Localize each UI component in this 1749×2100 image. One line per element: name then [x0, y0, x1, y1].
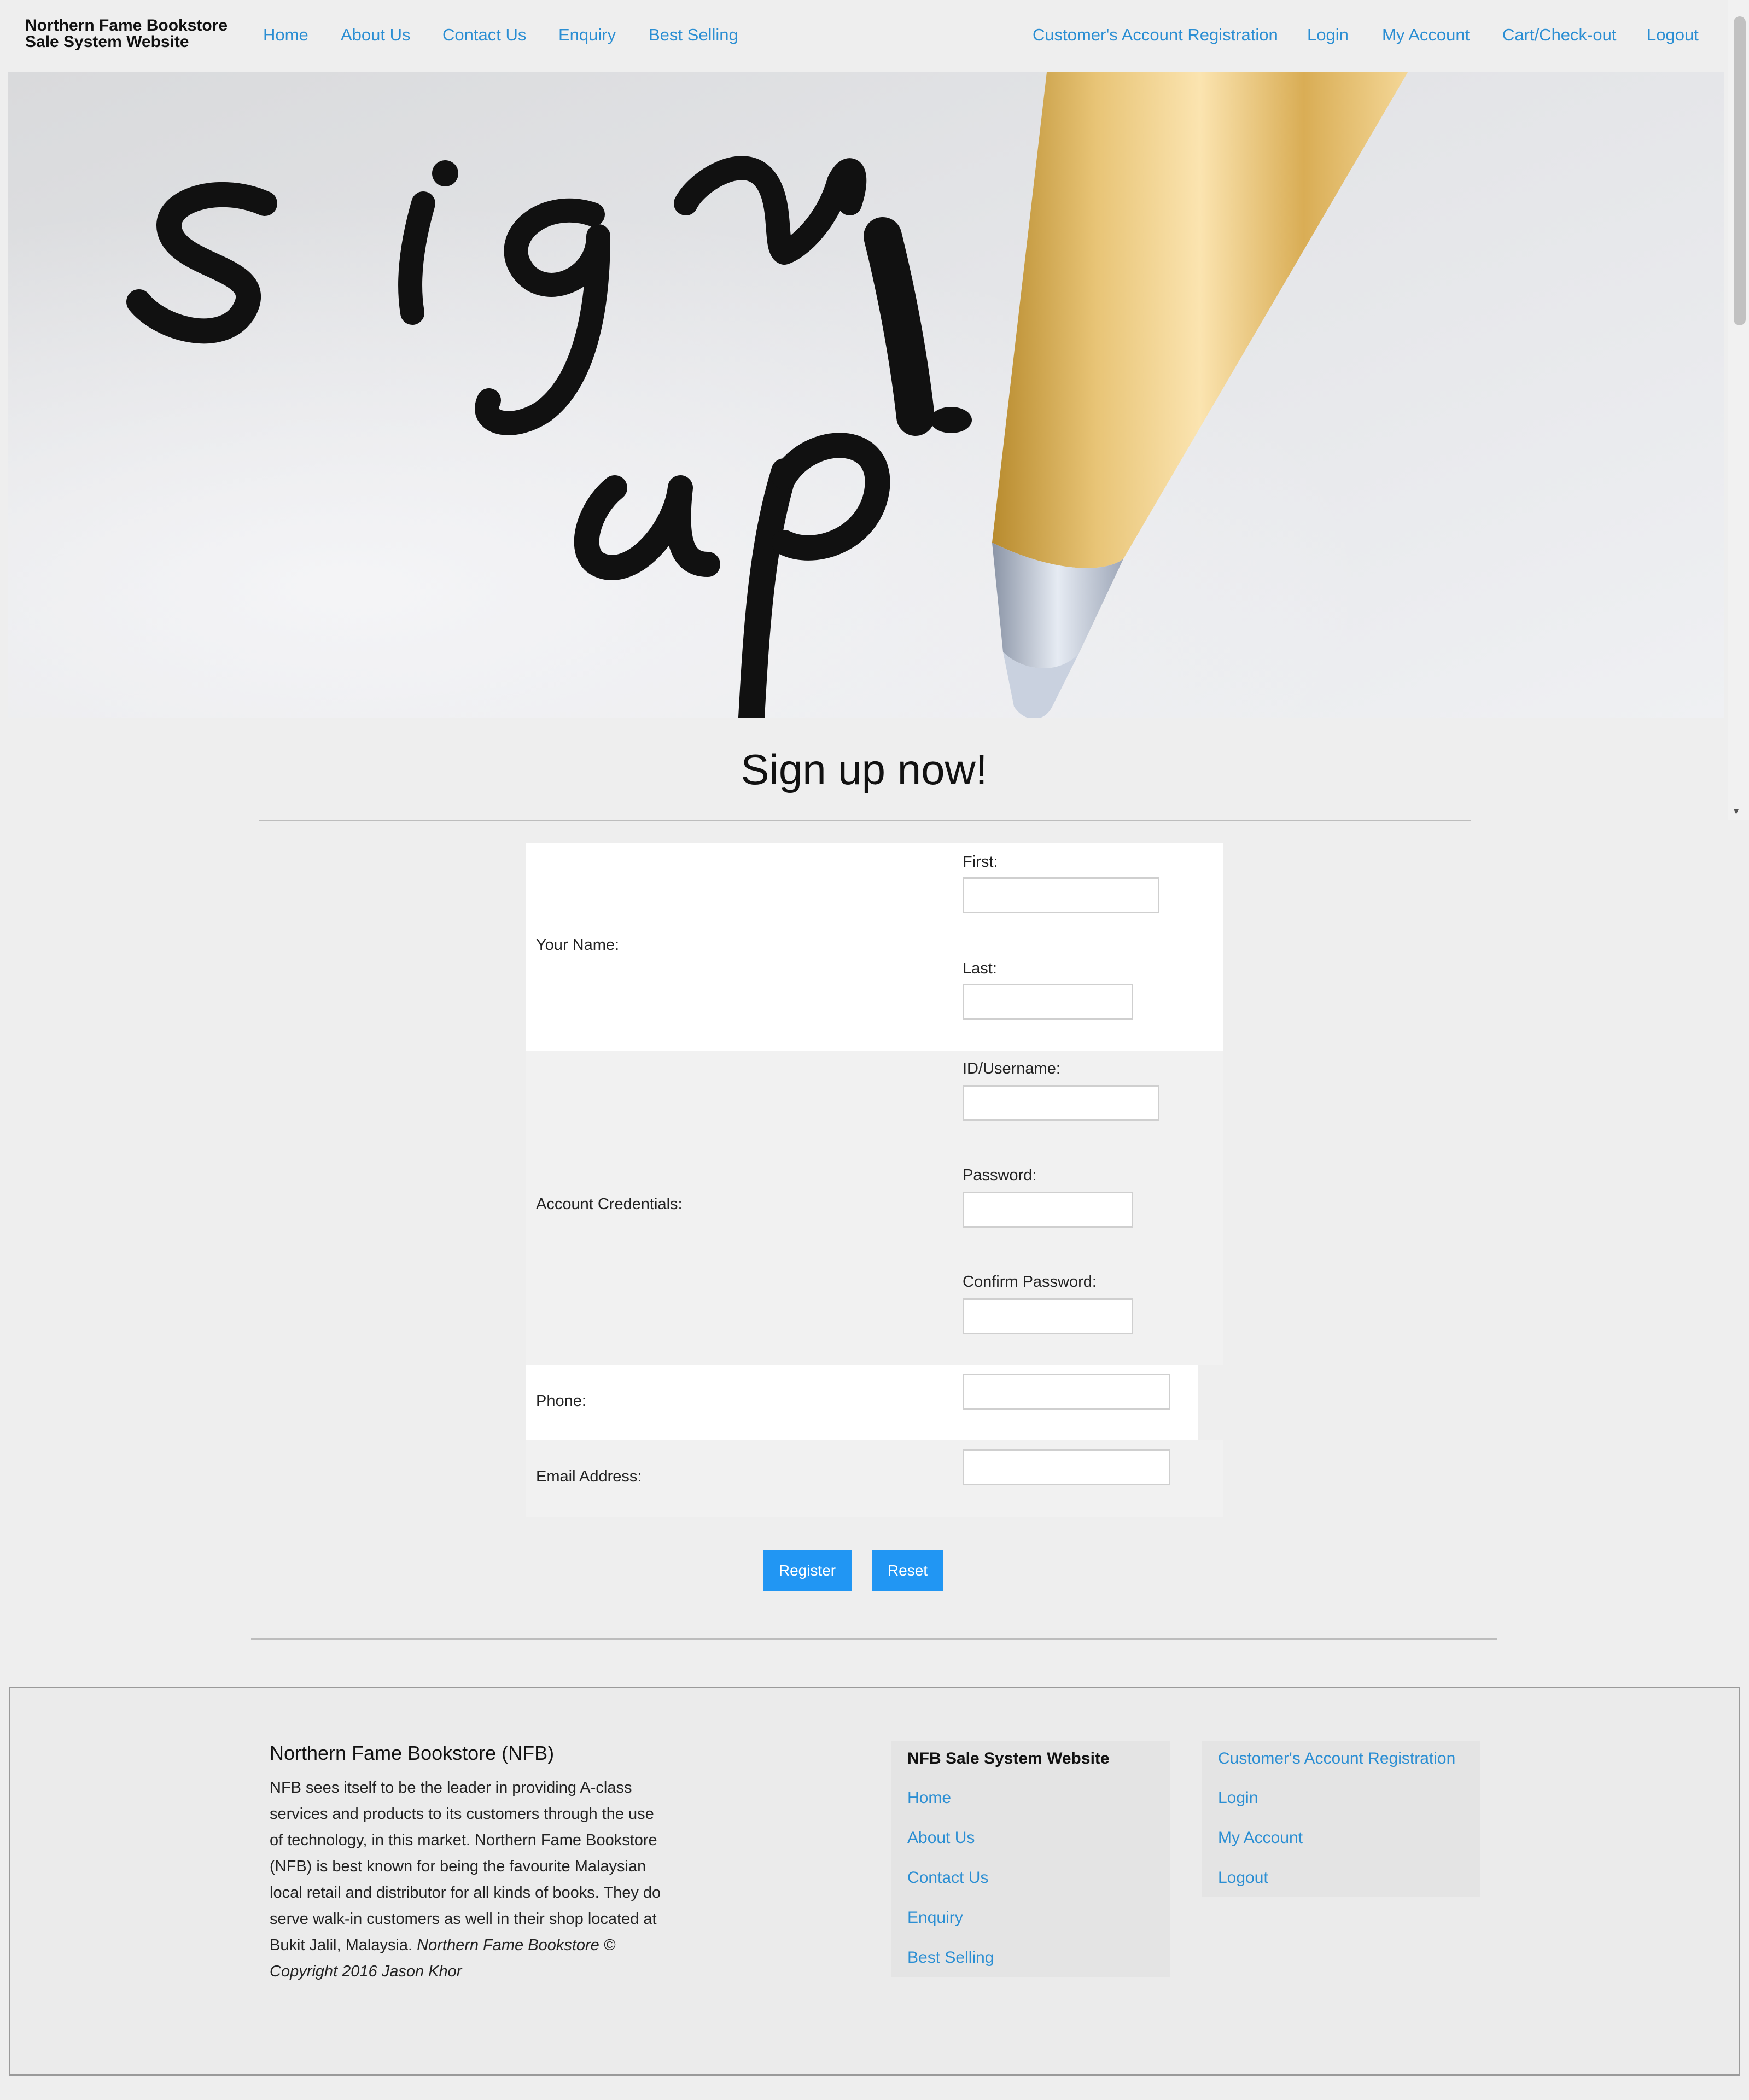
nav-about-link[interactable]: About Us	[341, 25, 411, 45]
password-input[interactable]	[963, 1192, 1133, 1228]
nav-contact-link[interactable]: Contact Us	[442, 25, 526, 45]
last-name-input[interactable]	[963, 984, 1133, 1020]
footer-home-link[interactable]: Home	[907, 1789, 951, 1807]
top-navbar: Northern Fame Bookstore Sale System Webs…	[0, 0, 1728, 72]
form-divider	[251, 1638, 1497, 1640]
sign-up-pen-illustration	[8, 72, 1724, 718]
footer-account-menu: Customer's Account Registration Login My…	[1202, 1741, 1480, 1897]
email-row: Email Address:	[526, 1440, 1223, 1517]
phone-label: Phone:	[536, 1392, 586, 1410]
nav-login-link[interactable]: Login	[1307, 25, 1349, 45]
email-label: Email Address:	[536, 1468, 642, 1485]
credentials-row: Account Credentials: ID/Username: Passwo…	[526, 1051, 1223, 1365]
footer-best-selling-link[interactable]: Best Selling	[907, 1949, 994, 1967]
nav-cart-link[interactable]: Cart/Check-out	[1502, 25, 1616, 45]
confirm-password-input[interactable]	[963, 1298, 1133, 1334]
site-footer: Northern Fame Bookstore (NFB) NFB sees i…	[9, 1687, 1740, 2076]
footer-registration-link[interactable]: Customer's Account Registration	[1218, 1749, 1455, 1768]
footer-about: NFB sees itself to be the leader in prov…	[270, 1775, 663, 1985]
footer-menu-heading: NFB Sale System Website	[907, 1749, 1110, 1768]
footer-login-link[interactable]: Login	[1218, 1789, 1258, 1807]
email-input[interactable]	[963, 1449, 1170, 1485]
first-name-label: First:	[963, 853, 998, 871]
nav-registration-link[interactable]: Customer's Account Registration	[1033, 25, 1278, 45]
footer-site-menu: NFB Sale System Website Home About Us Co…	[891, 1741, 1170, 1977]
nav-my-account-link[interactable]: My Account	[1382, 25, 1470, 45]
nav-logout-link[interactable]: Logout	[1647, 25, 1699, 45]
brand-line-2: Sale System Website	[25, 33, 189, 51]
title-divider	[259, 820, 1471, 821]
name-row: Your Name: First: Last:	[526, 843, 1223, 1051]
site-brand[interactable]: Northern Fame Bookstore Sale System Webs…	[25, 18, 228, 50]
phone-row: Phone:	[526, 1365, 1198, 1440]
username-input[interactable]	[963, 1085, 1159, 1121]
footer-my-account-link[interactable]: My Account	[1218, 1829, 1303, 1847]
nav-enquiry-link[interactable]: Enquiry	[558, 25, 616, 45]
nav-best-selling-link[interactable]: Best Selling	[649, 25, 738, 45]
footer-description: NFB sees itself to be the leader in prov…	[270, 1779, 661, 1954]
phone-input[interactable]	[963, 1374, 1170, 1410]
brand-line-1: Northern Fame Bookstore	[25, 16, 228, 34]
reset-button[interactable]: Reset	[872, 1550, 943, 1591]
footer-title: Northern Fame Bookstore (NFB)	[270, 1742, 555, 1764]
account-credentials-label: Account Credentials:	[536, 1195, 683, 1213]
page-title: Sign up now!	[741, 745, 988, 794]
footer-logout-link[interactable]: Logout	[1218, 1869, 1268, 1887]
footer-contact-link[interactable]: Contact Us	[907, 1869, 988, 1887]
first-name-input[interactable]	[963, 877, 1159, 913]
username-label: ID/Username:	[963, 1060, 1060, 1077]
password-label: Password:	[963, 1166, 1037, 1184]
hero-banner-image	[8, 72, 1724, 718]
scroll-down-arrow-icon[interactable]: ▾	[1734, 806, 1739, 816]
your-name-label: Your Name:	[536, 936, 620, 954]
last-name-label: Last:	[963, 960, 997, 977]
footer-about-link[interactable]: About Us	[907, 1829, 975, 1847]
page-scrollbar[interactable]: ▾	[1728, 0, 1749, 820]
confirm-password-label: Confirm Password:	[963, 1273, 1097, 1291]
footer-enquiry-link[interactable]: Enquiry	[907, 1909, 963, 1927]
register-button[interactable]: Register	[763, 1550, 852, 1591]
nav-home-link[interactable]: Home	[263, 25, 308, 45]
scrollbar-thumb[interactable]	[1734, 16, 1746, 325]
